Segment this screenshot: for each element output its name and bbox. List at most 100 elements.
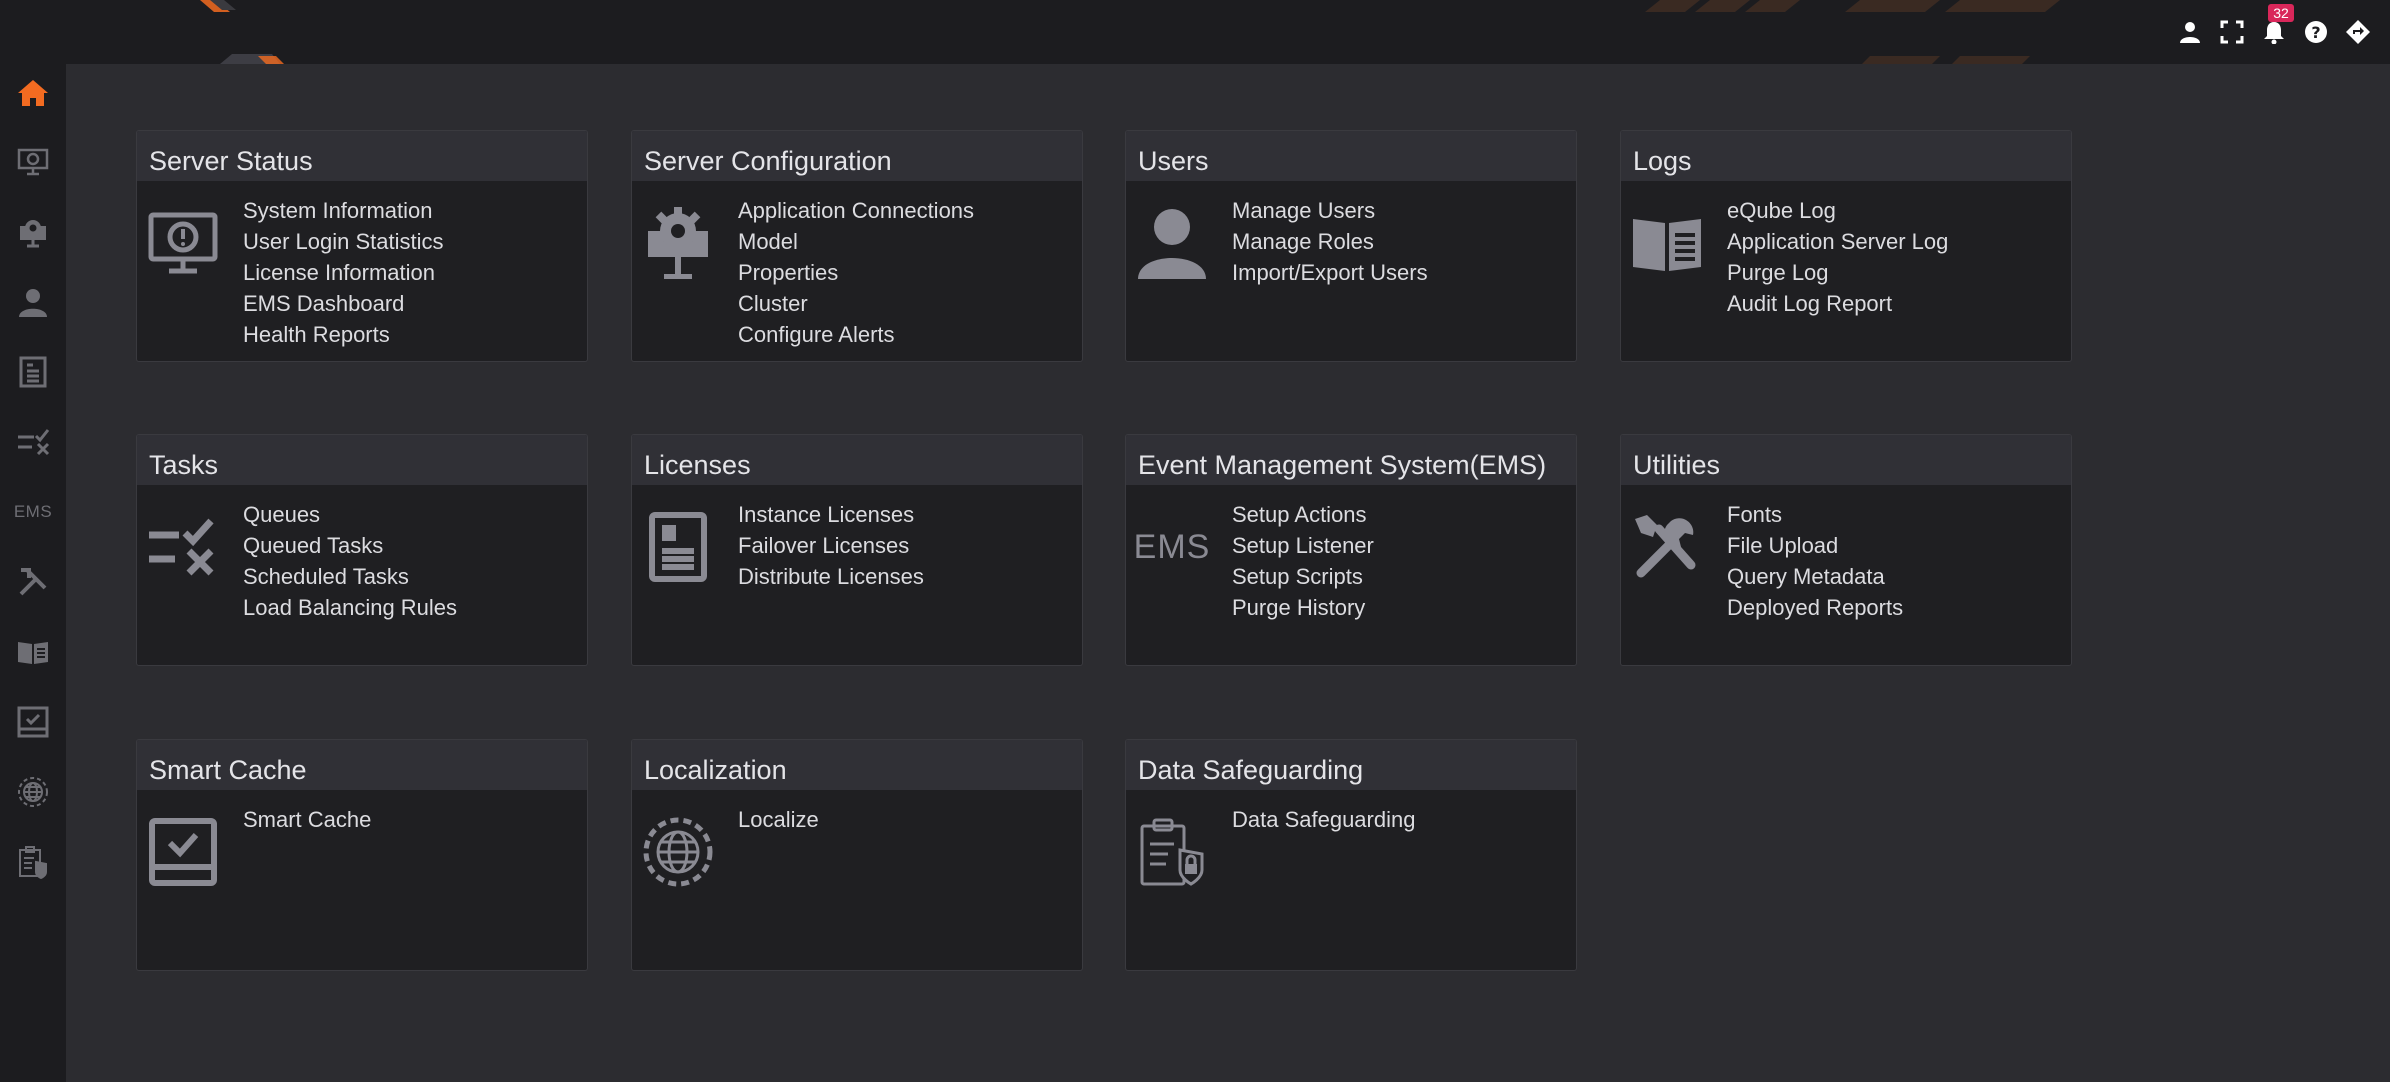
license-icon [19, 356, 47, 388]
sidebar-item-tasks[interactable] [0, 417, 66, 467]
link-properties[interactable]: Properties [738, 257, 974, 288]
link-manage-roles[interactable]: Manage Roles [1232, 226, 1428, 257]
link-file-upload[interactable]: File Upload [1727, 530, 1903, 561]
clipboard-lock-icon [19, 846, 47, 879]
help-icon[interactable]: ? [2302, 18, 2330, 46]
link-queued-tasks[interactable]: Queued Tasks [243, 530, 457, 561]
sidebar-item-server-status[interactable] [0, 137, 66, 187]
link-import-export-users[interactable]: Import/Export Users [1232, 257, 1428, 288]
link-deployed-reports[interactable]: Deployed Reports [1727, 592, 1903, 623]
link-configure-alerts[interactable]: Configure Alerts [738, 319, 974, 350]
sidebar: EMS [0, 64, 66, 1082]
card-title[interactable]: Localization [632, 740, 1082, 790]
svg-text:?: ? [2311, 23, 2320, 42]
book-icon [18, 642, 48, 664]
card-title[interactable]: Smart Cache [137, 740, 587, 790]
header-toolbar: 32 ? [2176, 4, 2372, 50]
link-manage-users[interactable]: Manage Users [1232, 195, 1428, 226]
user-icon[interactable] [2176, 18, 2204, 46]
notifications-button[interactable]: 32 [2260, 4, 2294, 46]
user-icon [19, 289, 47, 317]
book-icon [1631, 207, 1703, 279]
link-setup-actions[interactable]: Setup Actions [1232, 499, 1374, 530]
card-licenses: Licenses Instance Licenses Failover Lice… [631, 434, 1083, 666]
server-gear-icon [642, 207, 714, 279]
link-setup-listener[interactable]: Setup Listener [1232, 530, 1374, 561]
card-title[interactable]: Server Status [137, 131, 587, 181]
link-system-information[interactable]: System Information [243, 195, 444, 226]
sidebar-item-localization[interactable] [0, 767, 66, 817]
link-audit-log-report[interactable]: Audit Log Report [1727, 288, 1948, 319]
link-application-server-log[interactable]: Application Server Log [1727, 226, 1948, 257]
link-model[interactable]: Model [738, 226, 974, 257]
clipboard-lock-icon [1136, 816, 1208, 888]
tools-icon [1631, 511, 1703, 583]
sidebar-item-ems[interactable]: EMS [0, 487, 66, 537]
link-distribute-licenses[interactable]: Distribute Licenses [738, 561, 924, 592]
link-failover-licenses[interactable]: Failover Licenses [738, 530, 924, 561]
bell-icon [2264, 22, 2284, 44]
header-decoration [200, 0, 284, 64]
link-purge-history[interactable]: Purge History [1232, 592, 1374, 623]
sidebar-item-logs[interactable] [0, 627, 66, 677]
link-load-balancing-rules[interactable]: Load Balancing Rules [243, 592, 457, 623]
link-equbelog[interactable]: eQube Log [1727, 195, 1948, 226]
ems-label: EMS [13, 502, 53, 521]
globe-gear-icon [18, 777, 48, 807]
link-instance-licenses[interactable]: Instance Licenses [738, 499, 924, 530]
link-purge-log[interactable]: Purge Log [1727, 257, 1948, 288]
link-ems-dashboard[interactable]: EMS Dashboard [243, 288, 444, 319]
card-title[interactable]: Server Configuration [632, 131, 1082, 181]
sidebar-item-utilities[interactable] [0, 557, 66, 607]
card-title[interactable]: Tasks [137, 435, 587, 485]
tablet-check-icon [17, 706, 49, 738]
card-data-safeguarding: Data Safeguarding Data Safeguarding [1125, 739, 1577, 971]
sidebar-item-server-configuration[interactable] [0, 207, 66, 257]
card-title[interactable]: Licenses [632, 435, 1082, 485]
tablet-check-icon [147, 816, 219, 888]
fullscreen-icon[interactable] [2218, 18, 2246, 46]
license-icon [642, 511, 714, 583]
card-title[interactable]: Utilities [1621, 435, 2071, 485]
link-queues[interactable]: Queues [243, 499, 457, 530]
sidebar-item-licenses[interactable] [0, 347, 66, 397]
monitor-alert-icon [147, 207, 219, 279]
link-query-metadata[interactable]: Query Metadata [1727, 561, 1903, 592]
sidebar-item-users[interactable] [0, 277, 66, 327]
card-title[interactable]: Users [1126, 131, 1576, 181]
monitor-icon [17, 148, 49, 176]
home-icon [18, 80, 48, 106]
sidebar-item-data-safeguarding[interactable] [0, 837, 66, 887]
card-server-status: Server Status System Information User Lo… [136, 130, 588, 362]
sidebar-item-smart-cache[interactable] [0, 697, 66, 747]
card-smart-cache: Smart Cache Smart Cache [136, 739, 588, 971]
sidebar-item-home[interactable] [0, 68, 66, 118]
ems-icon-text: EMS [1133, 527, 1211, 566]
user-icon [1136, 207, 1208, 279]
top-bar: 32 ? [0, 0, 2390, 64]
card-title[interactable]: Event Management System(EMS) [1126, 435, 1576, 485]
config-icon [20, 220, 46, 248]
card-title[interactable]: Data Safeguarding [1126, 740, 1576, 790]
card-title[interactable]: Logs [1621, 131, 2071, 181]
link-cluster[interactable]: Cluster [738, 288, 974, 319]
link-scheduled-tasks[interactable]: Scheduled Tasks [243, 561, 457, 592]
card-ems: Event Management System(EMS) EMS Setup A… [1125, 434, 1577, 666]
card-tasks: Tasks Queues Queued Tasks Scheduled Task… [136, 434, 588, 666]
link-data-safeguarding[interactable]: Data Safeguarding [1232, 804, 1415, 835]
link-localize[interactable]: Localize [738, 804, 819, 835]
tasks-icon [147, 511, 219, 583]
header-pattern [1645, 0, 2060, 64]
link-user-login-statistics[interactable]: User Login Statistics [243, 226, 444, 257]
tools-icon [19, 568, 47, 596]
link-health-reports[interactable]: Health Reports [243, 319, 444, 350]
tasks-icon [18, 429, 50, 456]
navigate-icon[interactable] [2344, 18, 2372, 46]
link-license-information[interactable]: License Information [243, 257, 444, 288]
card-users: Users Manage Users Manage Roles Import/E… [1125, 130, 1577, 362]
link-application-connections[interactable]: Application Connections [738, 195, 974, 226]
card-server-configuration: Server Configuration Application Connect… [631, 130, 1083, 362]
link-smart-cache[interactable]: Smart Cache [243, 804, 371, 835]
link-setup-scripts[interactable]: Setup Scripts [1232, 561, 1374, 592]
link-fonts[interactable]: Fonts [1727, 499, 1903, 530]
